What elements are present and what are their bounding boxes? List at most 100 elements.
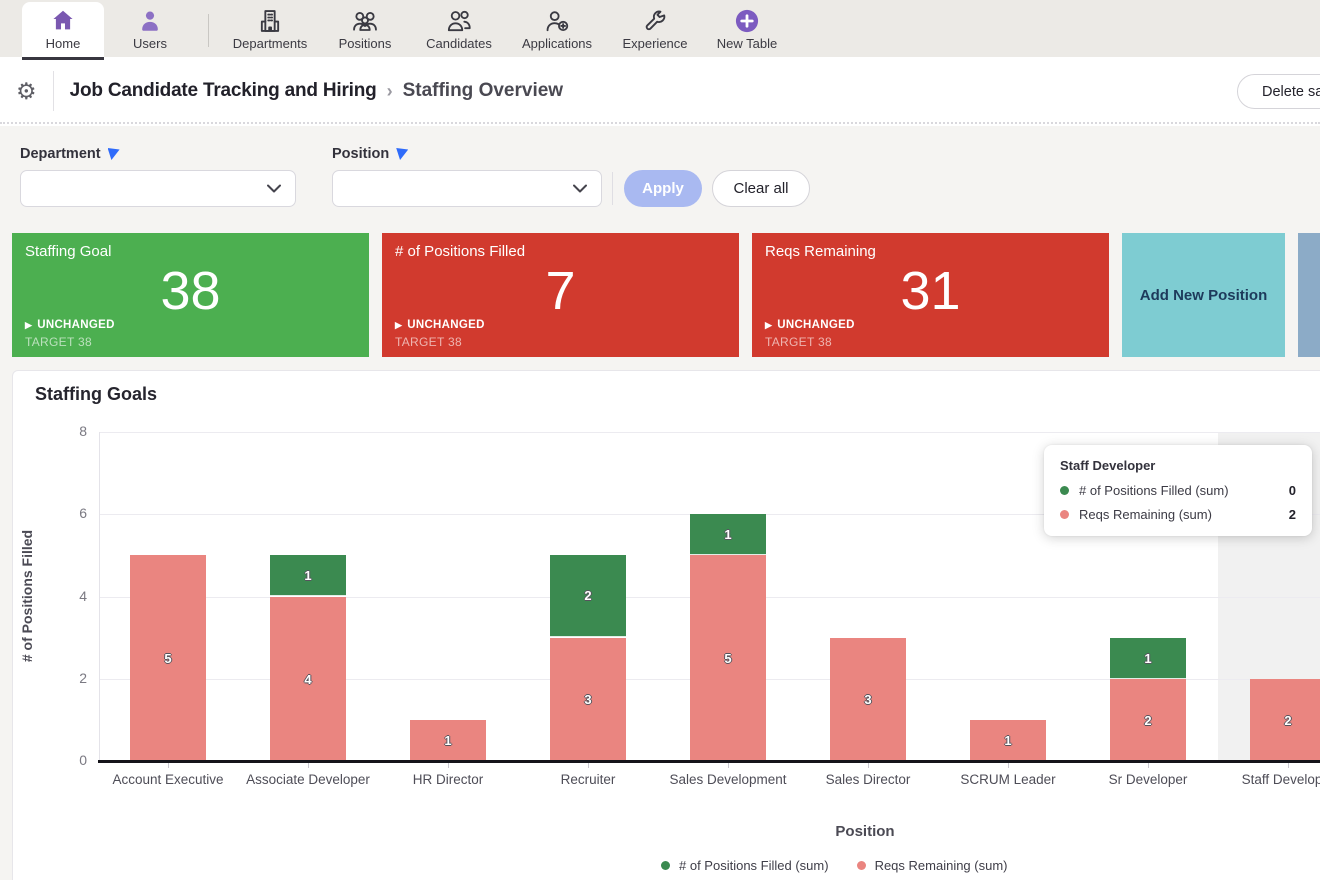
- filter-flag-icon: [396, 148, 408, 160]
- legend-label: Reqs Remaining (sum): [875, 858, 1008, 873]
- x-axis-category-label: Associate Developer: [233, 772, 383, 787]
- bar-segment-sr-developer[interactable]: 1: [1110, 638, 1186, 679]
- kpi-value: 7: [382, 255, 739, 327]
- y-axis-tick-label: 4: [47, 588, 87, 604]
- kpi-card--of-positions-filled[interactable]: # of Positions Filled7▶UNCHANGEDTARGET 3…: [382, 233, 739, 357]
- kpi-target: TARGET 38: [395, 335, 462, 349]
- x-axis-category-label: Sales Director: [793, 772, 943, 787]
- nav-tab-departments[interactable]: Departments: [221, 0, 319, 57]
- legend-label: # of Positions Filled (sum): [679, 858, 829, 873]
- bar-value-label: 1: [444, 733, 451, 748]
- tooltip-row: Reqs Remaining (sum)2: [1060, 507, 1296, 522]
- legend-item[interactable]: Reqs Remaining (sum): [857, 858, 1008, 873]
- nav-tab-label: Experience: [622, 37, 687, 51]
- bar-segment-recruiter[interactable]: 2: [550, 555, 626, 637]
- x-axis-title: Position: [765, 823, 965, 840]
- x-axis-category-label: Sales Development: [653, 772, 803, 787]
- app-title: Job Candidate Tracking and Hiring: [70, 80, 377, 102]
- position-filter-select[interactable]: [332, 170, 602, 207]
- department-filter-select[interactable]: [20, 170, 296, 207]
- candidates-icon: [444, 5, 474, 37]
- apply-filters-button[interactable]: Apply: [624, 170, 702, 207]
- bar-value-label: 2: [584, 588, 591, 603]
- new-table-icon: [733, 5, 761, 37]
- x-axis-tick: [1008, 763, 1009, 768]
- dashboard-content: Department Position Apply Clear all Staf…: [0, 126, 1320, 880]
- departments-icon: [256, 5, 284, 37]
- kpi-card-reqs-remaining[interactable]: Reqs Remaining31▶UNCHANGEDTARGET 38: [752, 233, 1109, 357]
- kpi-trend: ▶UNCHANGED: [765, 319, 855, 331]
- top-navigation: Home Users Departments Positions Candidates A…: [0, 0, 1320, 57]
- trend-marker-icon: ▶: [765, 320, 772, 330]
- nav-tab-new-table[interactable]: New Table: [703, 0, 791, 57]
- nav-tab-users[interactable]: Users: [104, 0, 196, 57]
- bar-value-label: 1: [1144, 651, 1151, 666]
- nav-tab-experience[interactable]: Experience: [607, 0, 703, 57]
- kpi-card-add-new-position[interactable]: Add New Position: [1122, 233, 1285, 357]
- y-axis-line: [99, 432, 100, 761]
- chart-legend: # of Positions Filled (sum) Reqs Remainin…: [661, 858, 1008, 873]
- nav-tab-positions[interactable]: Positions: [319, 0, 411, 57]
- trend-marker-icon: ▶: [25, 320, 32, 330]
- kpi-target: TARGET 38: [25, 335, 92, 349]
- trend-marker-icon: ▶: [395, 320, 402, 330]
- users-icon: [136, 5, 164, 37]
- bar-segment-recruiter[interactable]: 3: [550, 638, 626, 761]
- chart-title: Staffing Goals: [35, 384, 157, 405]
- kpi-trend: ▶UNCHANGED: [25, 319, 115, 331]
- bar-value-label: 1: [1004, 733, 1011, 748]
- bar-segment-sr-developer[interactable]: 2: [1110, 679, 1186, 761]
- legend-dot-icon: [661, 861, 670, 870]
- kpi-value: 38: [12, 255, 369, 327]
- x-axis-category-label: HR Director: [373, 772, 523, 787]
- kpi-card-staffing-goal[interactable]: Staffing Goal38▶UNCHANGEDTARGET 38: [12, 233, 369, 357]
- app-window: Home Users Departments Positions Candidates A…: [0, 0, 1320, 880]
- nav-tab-label: Home: [46, 37, 81, 51]
- bar-value-label: 5: [164, 651, 171, 666]
- staffing-goals-chart-card: Staffing Goals 024685Account Executive41…: [12, 370, 1320, 880]
- settings-gear-icon[interactable]: ⚙: [16, 80, 37, 103]
- bar-segment-scrum-leader[interactable]: 1: [970, 720, 1046, 761]
- x-axis-tick: [168, 763, 169, 768]
- y-axis-title: # of Positions Filled: [19, 431, 39, 761]
- y-axis-tick-label: 2: [47, 670, 87, 686]
- chevron-down-icon: [267, 184, 281, 193]
- x-axis-tick: [588, 763, 589, 768]
- bar-segment-sales-development[interactable]: 1: [690, 514, 766, 555]
- x-axis-category-label: Account Executive: [93, 772, 243, 787]
- bar-segment-staff-developer[interactable]: 2: [1250, 679, 1320, 761]
- x-axis-category-label: Staff Developer: [1213, 772, 1320, 787]
- nav-tab-candidates[interactable]: Candidates: [411, 0, 507, 57]
- nav-tab-label: New Table: [717, 37, 777, 51]
- gridline: [99, 432, 1320, 433]
- bar-segment-sales-director[interactable]: 3: [830, 638, 906, 761]
- filter-flag-icon: [108, 148, 120, 160]
- tooltip-dot-icon: [1060, 486, 1069, 495]
- kpi-action-label: Add New Position: [1140, 287, 1268, 304]
- bar-segment-associate-developer[interactable]: 1: [270, 555, 346, 596]
- nav-group-divider: [208, 14, 209, 47]
- delete-sample-data-button[interactable]: Delete sample data: [1237, 74, 1320, 109]
- x-axis-tick: [868, 763, 869, 768]
- kpi-target: TARGET 38: [765, 335, 832, 349]
- active-tab-underline: [22, 57, 104, 60]
- bar-segment-hr-director[interactable]: 1: [410, 720, 486, 761]
- nav-tab-label: Candidates: [426, 37, 492, 51]
- bar-segment-sales-development[interactable]: 5: [690, 555, 766, 761]
- nav-tab-home[interactable]: Home: [22, 2, 104, 57]
- bar-value-label: 3: [584, 692, 591, 707]
- clear-filters-button[interactable]: Clear all: [712, 170, 810, 207]
- legend-item[interactable]: # of Positions Filled (sum): [661, 858, 829, 873]
- nav-tab-applications[interactable]: Applications: [507, 0, 607, 57]
- filter-divider: [612, 172, 613, 205]
- x-axis-tick: [308, 763, 309, 768]
- x-axis-tick: [1288, 763, 1289, 768]
- nav-tab-label: Departments: [233, 37, 307, 51]
- tooltip-title: Staff Developer: [1060, 458, 1296, 473]
- kpi-card-blank: [1298, 233, 1320, 357]
- bar-segment-account-executive[interactable]: 5: [130, 555, 206, 761]
- tooltip-dot-icon: [1060, 510, 1069, 519]
- y-axis-tick-label: 0: [47, 752, 87, 768]
- bar-value-label: 1: [304, 568, 311, 583]
- bar-segment-associate-developer[interactable]: 4: [270, 597, 346, 762]
